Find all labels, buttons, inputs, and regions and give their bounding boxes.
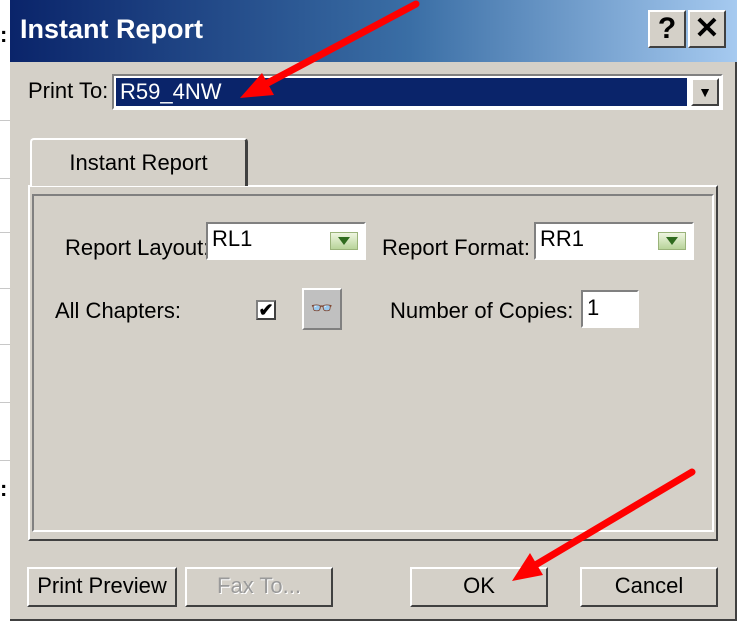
background-divider [0,178,10,179]
copies-label: Number of Copies: [390,298,574,323]
background-divider [0,344,10,345]
cancel-button[interactable]: Cancel [580,567,718,607]
print-to-label: Print To: [28,78,109,103]
chevron-down-icon[interactable] [330,232,358,250]
report-format-label: Report Format: [382,235,530,260]
close-button[interactable]: ✕ [688,10,726,48]
find-button[interactable]: 👓 [302,288,342,330]
close-icon: ✕ [694,12,720,45]
report-format-select[interactable]: RR1 [534,222,694,260]
report-layout-select[interactable]: RL1 [206,222,366,260]
report-layout-label: Report Layout: [65,235,210,260]
binoculars-icon: 👓 [310,298,334,318]
tab-instant-report[interactable]: Instant Report [30,138,248,186]
background-divider [0,232,10,233]
print-to-dropdown-arrow[interactable]: ▼ [691,78,719,106]
all-chapters-label: All Chapters: [55,298,181,323]
report-format-value: RR1 [540,226,585,251]
report-layout-value: RL1 [212,226,253,251]
all-chapters-checkbox[interactable]: ✔ [256,300,276,320]
fax-to-button[interactable]: Fax To... [185,567,333,607]
background-divider [0,120,10,121]
print-to-selected-value[interactable]: R59_4NW [116,78,687,106]
print-to-dropdown[interactable]: R59_4NW ▼ [112,74,723,110]
ok-button[interactable]: OK [410,567,548,607]
background-text-fragment: : [0,22,8,47]
help-icon: ? [657,12,677,45]
background-text-fragment: : [0,476,8,501]
print-preview-button[interactable]: Print Preview [27,567,177,607]
background-divider [0,460,10,461]
tab-label: Instant Report [69,150,208,175]
instant-report-dialog: Instant Report ? ✕ Print To: R59_4NW ▼ I… [10,0,737,621]
checkmark-icon: ✔ [258,300,274,320]
help-button[interactable]: ? [648,10,686,48]
window-title: Instant Report [20,14,204,44]
background-divider [0,402,10,403]
copies-input[interactable]: 1 [581,290,639,328]
chevron-down-icon[interactable] [658,232,686,250]
background-divider [0,288,10,289]
title-bar[interactable]: Instant Report ? ✕ [10,0,737,62]
chevron-down-icon: ▼ [698,84,712,100]
